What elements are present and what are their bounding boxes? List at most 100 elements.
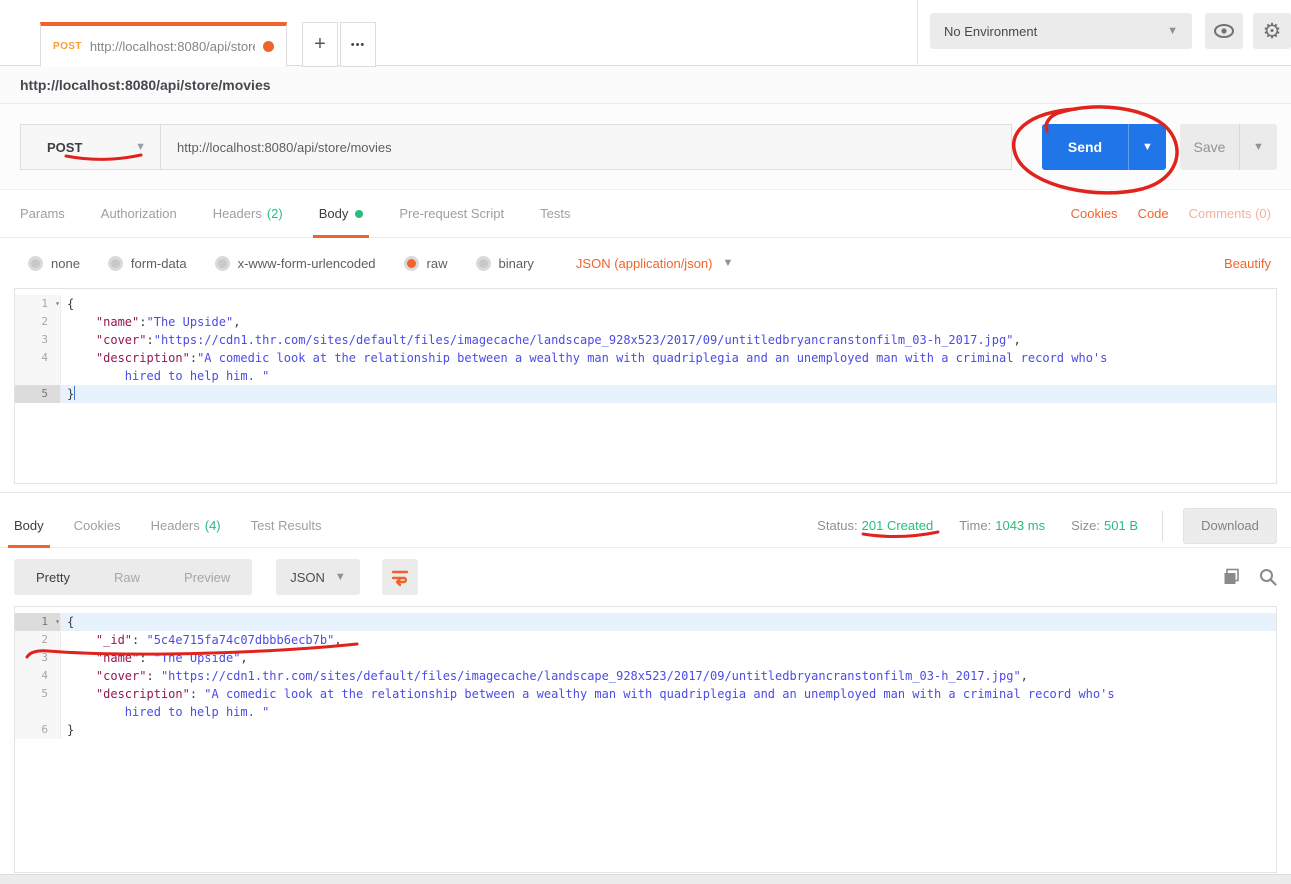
tab-authorization[interactable]: Authorization [101, 190, 177, 238]
cookies-link[interactable]: Cookies [1071, 206, 1118, 221]
code-line[interactable]: 3 "name": "The Upside", [15, 649, 1276, 667]
code-line[interactable]: 4 "description":"A comedic look at the r… [15, 349, 1276, 367]
plus-icon: + [314, 33, 326, 56]
environment-label: No Environment [944, 24, 1037, 39]
code-line[interactable]: hired to help him. " [15, 703, 1276, 721]
code-line[interactable]: 5} [15, 385, 1276, 403]
tab-strip: POST http://localhost:8080/api/store/ + … [0, 0, 1291, 66]
radio-icon [108, 256, 123, 271]
send-button[interactable]: Send ▼ [1042, 124, 1166, 170]
fold-caret-icon[interactable]: ▾ [55, 613, 60, 631]
url-input[interactable]: http://localhost:8080/api/store/movies [160, 124, 1012, 170]
response-tab-cookies[interactable]: Cookies [74, 504, 121, 548]
download-button[interactable]: Download [1183, 508, 1277, 544]
eye-icon [1213, 23, 1235, 39]
chevron-down-icon: ▼ [335, 571, 346, 583]
environment-preview-button[interactable] [1205, 13, 1243, 49]
size-badge: Size:501 B [1071, 518, 1138, 533]
tab-params[interactable]: Params [20, 190, 65, 238]
radio-x-www-form-urlencoded[interactable]: x-www-form-urlencoded [215, 256, 376, 271]
tab-headers[interactable]: Headers (2) [213, 190, 283, 238]
code-line[interactable]: 5 "description": "A comedic look at the … [15, 685, 1276, 703]
send-options-button[interactable]: ▼ [1129, 124, 1166, 170]
response-right-icons [1205, 568, 1277, 586]
header-divider [917, 0, 918, 65]
radio-selected-icon [404, 256, 419, 271]
radio-none[interactable]: none [28, 256, 80, 271]
code-line[interactable]: hired to help him. " [15, 367, 1276, 385]
search-icon [1259, 568, 1277, 586]
save-button[interactable]: Save ▼ [1180, 124, 1277, 170]
settings-button[interactable]: ⚙ [1253, 13, 1291, 49]
code-line[interactable]: 4 "cover": "https://cdn1.thr.com/sites/d… [15, 667, 1276, 685]
fold-caret-icon[interactable]: ▾ [55, 295, 60, 313]
headers-count-badge: (2) [267, 206, 283, 221]
environment-select[interactable]: No Environment ▼ [930, 13, 1192, 49]
line-number: 2 [15, 631, 61, 649]
method-label: POST [47, 140, 82, 155]
divider [1162, 511, 1163, 541]
line-number: 4 [15, 667, 61, 685]
tab-url-label: http://localhost:8080/api/store/ [90, 39, 255, 54]
view-preview-button[interactable]: Preview [162, 570, 252, 585]
response-view-group: Pretty Raw Preview [14, 559, 252, 595]
chevron-down-icon: ▼ [722, 257, 733, 269]
tab-tests[interactable]: Tests [540, 190, 570, 238]
request-tab[interactable]: POST http://localhost:8080/api/store/ [40, 22, 287, 67]
body-type-row: none form-data x-www-form-urlencoded raw… [0, 238, 1291, 288]
line-number: 5 [15, 385, 61, 403]
ellipsis-icon: ••• [351, 39, 366, 51]
tab-body[interactable]: Body [319, 190, 364, 238]
code-link[interactable]: Code [1138, 206, 1169, 221]
request-title-bar: http://localhost:8080/api/store/movies [0, 66, 1291, 104]
response-body-editor[interactable]: 1▾{2 "_id": "5c4e715fa74c07dbbb6ecb7b",3… [14, 606, 1277, 873]
line-number: 5 [15, 685, 61, 703]
response-headers-count-badge: (4) [205, 518, 221, 533]
send-label: Send [1042, 124, 1128, 170]
gear-icon: ⚙ [1263, 19, 1282, 44]
content-type-select[interactable]: JSON (application/json) ▼ [576, 256, 733, 271]
line-number: 4 [15, 349, 61, 367]
line-number: 3 [15, 331, 61, 349]
request-links: Cookies Code Comments (0) [1051, 206, 1271, 221]
bottom-scrollbar-track[interactable] [0, 874, 1291, 884]
tab-method-badge: POST [53, 41, 82, 52]
section-divider [0, 492, 1291, 493]
radio-raw[interactable]: raw [404, 256, 448, 271]
radio-binary[interactable]: binary [476, 256, 534, 271]
beautify-link[interactable]: Beautify [1224, 256, 1271, 271]
response-tab-test-results[interactable]: Test Results [251, 504, 322, 548]
search-response-button[interactable] [1259, 568, 1277, 586]
response-toolbar: Pretty Raw Preview JSON ▼ [0, 558, 1291, 596]
method-select[interactable]: POST ▼ [20, 124, 161, 170]
code-line[interactable]: 2 "name":"The Upside", [15, 313, 1276, 331]
status-badge: Status:201 Created [817, 518, 933, 533]
copy-response-button[interactable] [1223, 568, 1241, 586]
response-tab-headers[interactable]: Headers (4) [151, 504, 221, 548]
tab-pre-request-script[interactable]: Pre-request Script [399, 190, 504, 238]
url-builder-row: POST ▼ http://localhost:8080/api/store/m… [0, 104, 1291, 190]
code-line[interactable]: 3 "cover":"https://cdn1.thr.com/sites/de… [15, 331, 1276, 349]
code-line[interactable]: 2 "_id": "5c4e715fa74c07dbbb6ecb7b", [15, 631, 1276, 649]
radio-icon [28, 256, 43, 271]
request-body-editor[interactable]: 1▾{2 "name":"The Upside",3 "cover":"http… [14, 288, 1277, 484]
new-tab-button[interactable]: + [302, 22, 338, 67]
radio-form-data[interactable]: form-data [108, 256, 187, 271]
comments-link[interactable]: Comments (0) [1189, 206, 1271, 221]
request-tabs: Params Authorization Headers (2) Body Pr… [0, 190, 1291, 238]
line-number: 1▾ [15, 295, 61, 313]
wrap-text-icon [390, 567, 410, 587]
wrap-text-button[interactable] [382, 559, 418, 595]
view-raw-button[interactable]: Raw [92, 570, 162, 585]
tab-options-button[interactable]: ••• [340, 22, 376, 67]
chevron-down-icon: ▼ [1167, 25, 1178, 37]
url-value: http://localhost:8080/api/store/movies [177, 140, 392, 155]
code-line[interactable]: 1▾{ [15, 613, 1276, 631]
save-options-button[interactable]: ▼ [1240, 124, 1277, 170]
code-line[interactable]: 1▾{ [15, 295, 1276, 313]
response-tab-body[interactable]: Body [14, 504, 44, 548]
line-number [15, 367, 61, 385]
code-line[interactable]: 6} [15, 721, 1276, 739]
view-pretty-button[interactable]: Pretty [14, 570, 92, 585]
response-format-select[interactable]: JSON ▼ [276, 559, 360, 595]
